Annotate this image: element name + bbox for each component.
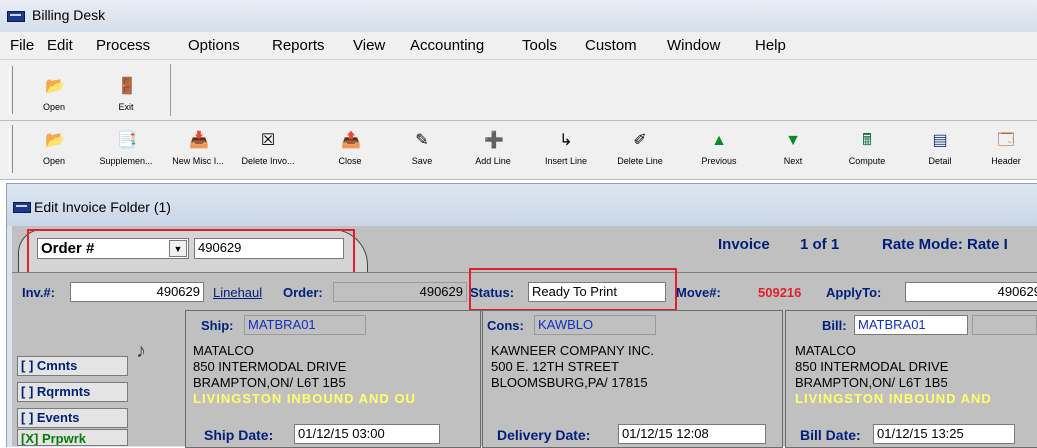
child-title-bar: Edit Invoice Folder (1): [7, 184, 1037, 226]
menu-process[interactable]: Process: [96, 37, 150, 54]
toolbar-open-button[interactable]: 📂 Open: [18, 78, 90, 112]
open-button[interactable]: 📂 Open: [18, 132, 90, 166]
menu-file[interactable]: File: [10, 37, 34, 54]
move-number-label: Move#:: [676, 285, 721, 300]
ship-date-label: Ship Date:: [204, 427, 274, 443]
calculator-icon: 🖩: [862, 132, 872, 149]
delete-line-button[interactable]: ✐ Delete Line: [604, 132, 676, 166]
delete-invoice-button[interactable]: ☒ Delete Invo...: [232, 132, 304, 166]
order-field[interactable]: 490629: [333, 282, 467, 302]
detail-button[interactable]: ▤ Detail: [904, 132, 976, 166]
invoice-label: Invoice: [718, 236, 770, 253]
menu-window[interactable]: Window: [667, 37, 720, 54]
inv-number-field[interactable]: 490629: [70, 282, 204, 302]
open-folder-icon: 📂: [45, 132, 65, 149]
close-button[interactable]: 📤 Close: [314, 132, 386, 166]
menu-tools[interactable]: Tools: [522, 37, 557, 54]
cons-label: Cons:: [487, 318, 524, 333]
arrow-down-icon: ▼: [785, 132, 801, 149]
save-pencil-icon: ✎: [415, 132, 429, 149]
ship-code-field[interactable]: MATBRA01: [244, 315, 366, 335]
bill-extra-field[interactable]: [972, 315, 1037, 335]
exit-door-icon: 🚪: [117, 78, 137, 95]
compute-button[interactable]: 🖩 Compute: [831, 132, 903, 166]
menu-reports[interactable]: Reports: [272, 37, 325, 54]
add-line-icon: ➕: [484, 132, 504, 149]
window-title: Billing Desk: [32, 7, 106, 23]
menu-help[interactable]: Help: [755, 37, 786, 54]
bill-date-field[interactable]: 01/12/15 13:25: [873, 424, 1015, 444]
delete-box-icon: ☒: [260, 132, 276, 149]
ship-address: MATALCO 850 INTERMODAL DRIVE BRAMPTON,ON/ …: [193, 343, 416, 406]
menu-accounting[interactable]: Accounting: [410, 37, 484, 54]
delivery-date-label: Delivery Date:: [497, 427, 591, 443]
paperwork-button[interactable]: [X] Prpwrk: [17, 429, 128, 446]
bill-label: Bill:: [822, 318, 847, 333]
insert-line-button[interactable]: ↳ Insert Line: [530, 132, 602, 166]
invoice-position: 1 of 1: [800, 236, 840, 253]
menu-custom[interactable]: Custom: [585, 37, 637, 54]
insert-line-icon: ↳: [559, 132, 573, 149]
highlight-order-search: [27, 229, 355, 276]
header-button[interactable]: 🗔 Header: [976, 132, 1036, 166]
toolbar-divider: [170, 64, 171, 116]
toolbar-exit-button[interactable]: 🚪 Exit: [90, 78, 162, 112]
header-window-icon: 🗔: [997, 132, 1015, 149]
open-folder-icon: 📂: [45, 78, 65, 95]
cons-code-field[interactable]: KAWBLO: [534, 315, 656, 335]
bill-date-label: Bill Date:: [800, 427, 861, 443]
window-icon: [13, 202, 31, 213]
arrow-up-icon: ▲: [711, 132, 727, 149]
ship-label: Ship:: [201, 318, 234, 333]
move-number-value: 509216: [758, 285, 802, 300]
ship-date-field[interactable]: 01/12/15 03:00: [294, 424, 440, 444]
order-label: Order:: [283, 285, 323, 300]
bill-code-field[interactable]: MATBRA01: [854, 315, 968, 335]
supplemental-button[interactable]: 📑 Supplemen...: [90, 132, 162, 166]
eraser-icon: ✐: [633, 132, 647, 149]
documents-icon: 📑: [117, 132, 137, 149]
bill-note: LIVINGSTON INBOUND AND: [795, 391, 992, 406]
close-folder-icon: 📤: [341, 132, 361, 149]
inbox-tray-icon: 📥: [189, 132, 209, 149]
child-window-title: Edit Invoice Folder (1): [34, 199, 171, 215]
previous-button[interactable]: ▲ Previous: [683, 132, 755, 166]
cons-address: KAWNEER COMPANY INC. 500 E. 12TH STREET BL…: [491, 343, 655, 390]
comments-button[interactable]: [ ] Cmnts: [17, 356, 128, 376]
linehaul-link[interactable]: Linehaul: [213, 285, 262, 300]
applyto-label: ApplyTo:: [826, 285, 882, 300]
events-button[interactable]: [ ] Events: [17, 408, 128, 428]
add-line-button[interactable]: ➕ Add Line: [457, 132, 529, 166]
app-icon: [7, 11, 25, 22]
menu-options[interactable]: Options: [188, 37, 240, 54]
ship-note: LIVINGSTON INBOUND AND OU: [193, 391, 416, 406]
save-button[interactable]: ✎ Save: [386, 132, 458, 166]
bill-address: MATALCO 850 INTERMODAL DRIVE BRAMPTON,ON/ …: [795, 343, 992, 406]
music-note-icon: ♪: [136, 340, 146, 362]
title-bar: Billing Desk: [0, 0, 1037, 33]
menu-edit[interactable]: Edit: [47, 37, 73, 54]
toolbar-grip[interactable]: [9, 125, 13, 173]
toolbar-grip[interactable]: [9, 66, 13, 114]
requirements-button[interactable]: [ ] Rqrmnts: [17, 382, 128, 402]
toolbar-primary: 📂 Open 🚪 Exit: [0, 60, 1037, 121]
applyto-field[interactable]: 490629: [905, 282, 1037, 302]
delivery-date-field[interactable]: 01/12/15 12:08: [618, 424, 766, 444]
detail-grid-icon: ▤: [932, 132, 948, 149]
rate-mode-label: Rate Mode: Rate I: [882, 236, 1008, 253]
menu-view[interactable]: View: [353, 37, 385, 54]
new-misc-invoice-button[interactable]: 📥 New Misc I...: [162, 132, 234, 166]
inv-number-label: Inv.#:: [22, 285, 55, 300]
menu-bar: File Edit Process Options Reports View A…: [0, 32, 1037, 60]
highlight-status: [469, 268, 677, 311]
toolbar-invoice: 📂 Open 📑 Supplemen... 📥 New Misc I... ☒ Dele…: [0, 121, 1037, 180]
next-button[interactable]: ▼ Next: [757, 132, 829, 166]
